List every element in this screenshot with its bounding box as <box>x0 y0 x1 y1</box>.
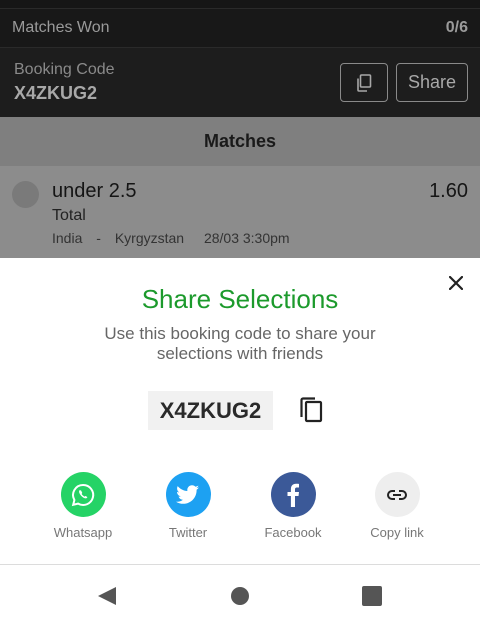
share-twitter-button[interactable]: Twitter <box>143 472 233 540</box>
share-booking-code: X4ZKUG2 <box>148 391 273 430</box>
teams-separator: - <box>96 230 101 246</box>
matches-won-label: Matches Won <box>12 19 110 36</box>
home-team: India <box>52 230 83 246</box>
match-datetime: 28/03 3:30pm <box>203 230 290 246</box>
booking-code-value: X4ZKUG2 <box>14 83 98 103</box>
matches-won-row: Matches Won 0/6 <box>0 8 480 48</box>
share-sheet: Share Selections Use this booking code t… <box>0 258 480 564</box>
share-copy-link-label: Copy link <box>370 525 424 540</box>
share-button[interactable]: Share <box>396 63 468 102</box>
share-facebook-button[interactable]: Facebook <box>248 472 338 540</box>
match-item: under 2.5 1.60 Total India - Kyrgyzstan … <box>0 166 480 258</box>
away-team: Kyrgyzstan <box>114 230 185 246</box>
link-icon <box>374 472 420 517</box>
share-sheet-description: Use this booking code to share your sele… <box>104 324 376 363</box>
screen: Matches Won 0/6 Booking Code X4ZKUG2 Sha… <box>0 0 480 624</box>
copy-icon <box>357 73 372 92</box>
copy-code-button[interactable] <box>298 396 324 424</box>
recent-apps-square-icon[interactable] <box>362 586 382 606</box>
share-facebook-label: Facebook <box>264 525 322 540</box>
share-sheet-title: Share Selections <box>141 284 339 314</box>
match-status-dot <box>12 181 39 208</box>
system-nav-bar <box>0 565 480 624</box>
share-copy-link-button[interactable]: Copy link <box>352 472 442 540</box>
match-odds: 1.60 <box>429 180 468 202</box>
whatsapp-icon <box>60 472 106 517</box>
copy-booking-code-button[interactable] <box>340 63 388 102</box>
matches-won-value: 0/6 <box>445 19 468 36</box>
booking-code-label: Booking Code <box>14 61 115 78</box>
twitter-icon <box>165 472 211 517</box>
back-triangle-icon[interactable] <box>97 586 117 606</box>
match-pick: under 2.5 <box>52 180 137 202</box>
top-strip <box>0 0 480 8</box>
facebook-icon <box>270 472 316 517</box>
matches-header: Matches <box>0 117 480 166</box>
home-circle-icon[interactable] <box>231 587 249 605</box>
booking-code-panel: Booking Code X4ZKUG2 Share <box>0 48 480 117</box>
share-whatsapp-button[interactable]: Whatsapp <box>38 472 128 540</box>
match-teams: India - Kyrgyzstan 28/03 3:30pm <box>52 230 300 246</box>
match-market: Total <box>52 207 86 224</box>
copy-icon <box>300 397 323 423</box>
share-whatsapp-label: Whatsapp <box>53 525 113 540</box>
share-twitter-label: Twitter <box>168 525 208 540</box>
